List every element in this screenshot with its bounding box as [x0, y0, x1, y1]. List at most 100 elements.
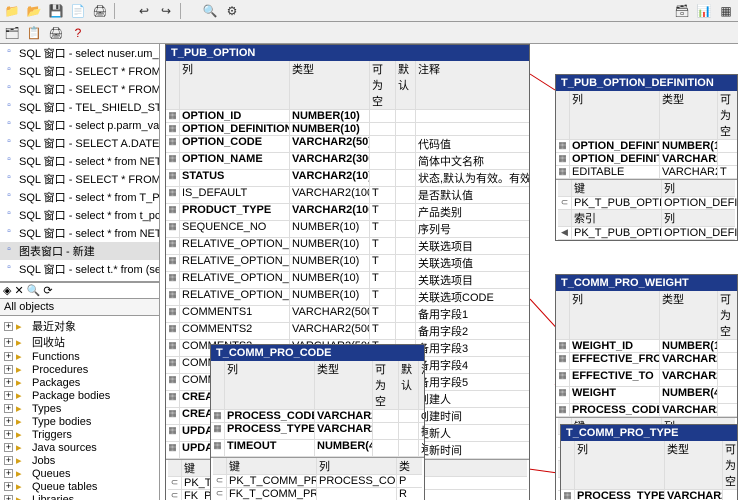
column-row[interactable]: ▦RELATIVE_OPTION_DEF_ID_2NUMBER(10)T关联选项… [166, 272, 529, 289]
object-tree[interactable]: +▸最近对象+▸回收站+▸Functions+▸Procedures+▸Pack… [0, 316, 159, 500]
key-row[interactable]: ⊂PK_T_PUB_OPTION_DEFINITIONOPTION_DEFINI… [558, 197, 735, 210]
expand-icon[interactable]: + [4, 378, 13, 387]
expand-icon[interactable]: + [4, 417, 13, 426]
column-row[interactable]: ▦SEQUENCE_NONUMBER(10)T序列号 [166, 221, 529, 238]
key-row[interactable]: ⊂FK_T_COMM_PR_FK_PRO_T_COMM_PROR [213, 488, 422, 500]
sql-window-item[interactable]: ▫SQL 窗口 - SELECT * FROM T_COMM_SYS [0, 62, 159, 80]
tool-icon[interactable]: 🖨 [48, 25, 64, 41]
column-row[interactable]: ▦RELATIVE_OPTION_DEF_ID_1NUMBER(10)T关联选项… [166, 238, 529, 255]
table-t-comm-pro-code[interactable]: T_COMM_PRO_CODE列类型可为空默认注释▦PROCESS_CODEVA… [210, 344, 425, 500]
expand-icon[interactable]: + [4, 391, 13, 400]
expand-icon[interactable]: + [4, 495, 13, 500]
tree-item[interactable]: +▸Java sources [2, 441, 157, 454]
tool-icon[interactable]: ↪ [158, 3, 174, 19]
column-row[interactable]: ▦EDITABLEVARCHAR2(1)T [556, 166, 737, 179]
tree-item[interactable]: +▸Libraries [2, 493, 157, 500]
expand-icon[interactable]: + [4, 322, 13, 331]
tree-item[interactable]: +▸Triggers [2, 428, 157, 441]
tool-icon[interactable]: 📄 [70, 3, 86, 19]
diagram-canvas[interactable]: T_PUB_OPTION列类型可为空默认注释▦OPTION_IDNUMBER(1… [160, 44, 738, 500]
panel-title[interactable]: T_PUB_OPTION [166, 45, 529, 61]
tool-icon[interactable]: 📂 [26, 3, 42, 19]
column-row[interactable]: ▦COMMENTS1VARCHAR2(500)T备用字段1 [166, 306, 529, 323]
column-row[interactable]: ▦PROCESS_TYPEVARCHAR2(10操作类型 [561, 490, 737, 500]
column-row[interactable]: ▦OPTION_DEFINITION_NAMEVARCHAR2(200) [556, 153, 737, 166]
column-row[interactable]: ▦RELATIVE_OPTION_ID_2NUMBER(10)T关联选项CODE [166, 289, 529, 306]
column-row[interactable]: ▦PROCESS_CODEVARCHAR2(20code [211, 410, 424, 423]
tree-item[interactable]: +▸Packages [2, 376, 157, 389]
sql-window-item[interactable]: ▫SQL 窗口 - select * from NETS2DATA.T_P [0, 152, 159, 170]
sql-window-item[interactable]: ▫SQL 窗口 - select t.* from (select a.cons… [0, 260, 159, 278]
tree-item[interactable]: +▸回收站 [2, 334, 157, 350]
tool-icon[interactable]: 🖨 [92, 3, 108, 19]
expand-icon[interactable]: + [4, 443, 13, 452]
tree-item[interactable]: +▸Functions [2, 350, 157, 363]
expand-icon[interactable]: + [4, 469, 13, 478]
tool-icon[interactable]: ⚙ [224, 3, 240, 19]
column-row[interactable]: ▦COMMENTS2VARCHAR2(500)T备用字段2 [166, 323, 529, 340]
panel-title[interactable]: T_COMM_PRO_WEIGHT [556, 275, 737, 291]
tool-icon[interactable]: ↩ [136, 3, 152, 19]
tool-icon[interactable]: 📊 [696, 3, 712, 19]
column-row[interactable]: ▦EFFECTIVE_FROMVARCHAR2(10开始时 [556, 353, 737, 370]
column-row[interactable]: ▦EFFECTIVE_TOVARCHAR2(10结束时 [556, 370, 737, 387]
tree-item[interactable]: +▸Jobs [2, 454, 157, 467]
tool-icon[interactable]: 📁 [4, 3, 20, 19]
sql-window-item[interactable]: ▫SQL 窗口 - select * from t_pc_shopping_c [0, 206, 159, 224]
column-row[interactable]: ▦PROCESS_CODEVARCHAR2(20 [556, 404, 737, 417]
sql-window-list[interactable]: ▫SQL 窗口 - select nuser.um_id tmrId, ty.i… [0, 44, 159, 282]
tree-item[interactable]: +▸最近对象 [2, 318, 157, 334]
tool-icon[interactable]: ▦ [718, 3, 734, 19]
index-row[interactable]: ◀PK_T_PUB_OPTION_DEFINITIONOPTION_DEFINI… [558, 227, 735, 240]
sql-window-item[interactable]: ▫SQL 窗口 - SELECT * FROM t_nets_assigned [0, 80, 159, 98]
sql-window-item[interactable]: ▫SQL 窗口 - SELECT * FROM t_comm_sys_ [0, 170, 159, 188]
tree-item[interactable]: +▸Procedures [2, 363, 157, 376]
tool-icon[interactable]: ⟳ [43, 284, 52, 297]
tree-item[interactable]: +▸Type bodies [2, 415, 157, 428]
column-row[interactable]: ▦OPTION_NAMEVARCHAR2(300)简体中文名称 [166, 153, 529, 170]
column-row[interactable]: ▦WEIGHTNUMBER(4)权重 [556, 387, 737, 404]
sql-window-item[interactable]: ▫SQL 窗口 - SELECT A.DATE_CREATED,A.C [0, 134, 159, 152]
tool-icon[interactable]: ? [70, 25, 86, 41]
column-row[interactable]: ▦IS_DEFAULTVARCHAR2(100)T是否默认值 [166, 187, 529, 204]
table-t-comm-pro-type[interactable]: T_COMM_PRO_TYPE列类型可为空默认注释▦PROCESS_TYPEVA… [560, 424, 738, 500]
column-row[interactable]: ▦TIMEOUTNUMBER(4)过期时间 [211, 440, 424, 457]
tool-icon[interactable]: 🗂 [4, 25, 20, 41]
expand-icon[interactable]: + [4, 365, 13, 374]
expand-icon[interactable]: + [4, 352, 13, 361]
tool-icon[interactable]: 🗃 [674, 3, 690, 19]
tool-icon[interactable]: 📋 [26, 25, 42, 41]
sql-window-item[interactable]: ▫SQL 窗口 - TEL_SHIELD_START_END GET [0, 98, 159, 116]
tree-item[interactable]: +▸Queues [2, 467, 157, 480]
tool-icon[interactable]: 💾 [48, 3, 64, 19]
column-row[interactable]: ▦STATUSVARCHAR2(10)状态,默认为有效。有效、无效 [166, 170, 529, 187]
column-row[interactable]: ▦RELATIVE_OPTION_ID_1NUMBER(10)T关联选项值 [166, 255, 529, 272]
tool-icon[interactable]: ◈ [3, 284, 11, 297]
table-t-pub-option-definition[interactable]: T_PUB_OPTION_DEFINITION列类型可为空默认注释▦OPTION… [555, 74, 738, 241]
sql-window-item[interactable]: ▫SQL 窗口 - select * from NETS2DATA.T_P [0, 224, 159, 242]
column-row[interactable]: ▦PROCESS_TYPEVARCHAR2(10操作类型 [211, 423, 424, 440]
panel-title[interactable]: T_PUB_OPTION_DEFINITION [556, 75, 737, 91]
column-row[interactable]: ▦PRODUCT_TYPEVARCHAR2(100)T产品类别 [166, 204, 529, 221]
sql-window-item[interactable]: ▫SQL 窗口 - select p.parm_value from t_oc [0, 116, 159, 134]
column-row[interactable]: ▦OPTION_IDNUMBER(10) [166, 110, 529, 123]
all-objects-header[interactable]: All objects [0, 298, 159, 316]
expand-icon[interactable]: + [4, 430, 13, 439]
key-row[interactable]: ⊂PK_T_COMM_PRO_CODEPROCESS_CODEP [213, 475, 422, 488]
tree-item[interactable]: +▸Queue tables [2, 480, 157, 493]
panel-title[interactable]: T_COMM_PRO_CODE [211, 345, 424, 361]
tree-item[interactable]: +▸Types [2, 402, 157, 415]
tool-icon[interactable]: ✕ [14, 284, 23, 297]
column-row[interactable]: ▦OPTION_DEFINITION_IDNUMBER(10) [166, 123, 529, 136]
expand-icon[interactable]: + [4, 338, 13, 347]
sql-window-item[interactable]: ▫SQL 窗口 - select nuser.um_id tmrId, ty.i… [0, 44, 159, 62]
tool-icon[interactable]: 🔍 [27, 284, 41, 297]
column-row[interactable]: ▦OPTION_CODEVARCHAR2(50)代码值 [166, 136, 529, 153]
expand-icon[interactable]: + [4, 404, 13, 413]
sql-window-item[interactable]: ▫SQL 窗口 - select * from T_PUB_SEND_LO [0, 188, 159, 206]
column-row[interactable]: ▦WEIGHT_IDNUMBER(10) [556, 340, 737, 353]
expand-icon[interactable]: + [4, 482, 13, 491]
tree-item[interactable]: +▸Package bodies [2, 389, 157, 402]
panel-title[interactable]: T_COMM_PRO_TYPE [561, 425, 737, 441]
column-row[interactable]: ▦OPTION_DEFINITION_IDNUMBER(10) [556, 140, 737, 153]
